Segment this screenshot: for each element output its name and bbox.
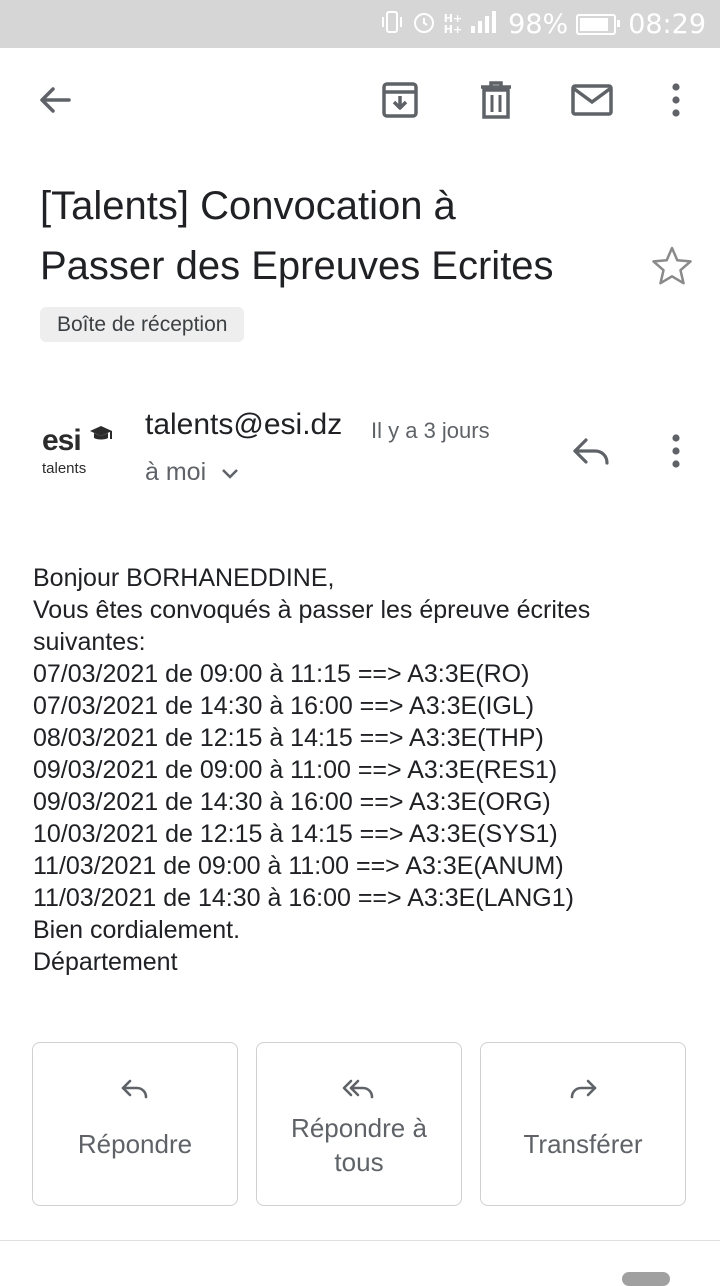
app-toolbar [0, 48, 720, 158]
mark-unread-button[interactable] [570, 80, 614, 124]
reply-action-button[interactable]: Répondre [32, 1042, 238, 1206]
body-line: 08/03/2021 de 12:15 à 14:15 ==> A3:3E(TH… [33, 724, 544, 752]
reply-icon [33, 1075, 237, 1105]
body-line: Département [33, 948, 178, 976]
body-line: 09/03/2021 de 14:30 à 16:00 ==> A3:3E(OR… [33, 788, 551, 816]
reply-all-action-button[interactable]: Répondre à tous [256, 1042, 462, 1206]
reply-button[interactable] [570, 430, 614, 474]
subject-line: Passer des Epreuves Ecrites [40, 244, 554, 288]
sender-avatar[interactable]: esi talents [40, 420, 120, 490]
logo-subtext: talents [42, 460, 87, 477]
mail-icon [571, 83, 613, 122]
chevron-down-icon [220, 458, 240, 487]
body-line: Vous êtes convoqués à passer les épreuve… [33, 596, 591, 624]
sender-address[interactable]: talents@esi.dz [145, 408, 342, 442]
body-line: 07/03/2021 de 09:00 à 11:15 ==> A3:3E(RO… [33, 660, 530, 688]
graduation-cap-icon [88, 422, 114, 451]
body-line: Bien cordialement. [33, 916, 241, 944]
star-icon [650, 246, 694, 292]
logo-text: esi [42, 424, 82, 457]
body-line: 07/03/2021 de 14:30 à 16:00 ==> A3:3E(IG… [33, 692, 535, 720]
forward-label: Transférer [523, 1129, 643, 1159]
reply-all-label-line: tous [334, 1147, 384, 1177]
delete-icon [478, 80, 514, 124]
reply-label: Répondre [77, 1129, 193, 1159]
subject-line: [Talents] Convocation à [40, 184, 456, 228]
inbox-label-chip[interactable]: Boîte de réception [40, 307, 245, 342]
archive-button[interactable] [378, 80, 422, 124]
reply-all-icon [257, 1075, 461, 1105]
body-line: 11/03/2021 de 09:00 à 11:00 ==> A3:3E(AN… [33, 852, 564, 880]
back-button[interactable] [33, 80, 77, 124]
battery-icon [576, 13, 621, 35]
battery-percent: 98% [508, 8, 569, 40]
more-options-button[interactable] [654, 80, 698, 124]
recipient-toggle[interactable]: à moi [145, 458, 240, 487]
recipient-label: à moi [145, 458, 207, 486]
body-line: 09/03/2021 de 09:00 à 11:00 ==> A3:3E(RE… [33, 756, 558, 784]
status-time: 08:29 [628, 8, 706, 40]
divider [0, 1240, 720, 1241]
email-body: Bonjour BORHANEDDINE, Vous êtes convoqué… [33, 562, 703, 978]
body-line: 10/03/2021 de 12:15 à 14:15 ==> A3:3E(SY… [33, 820, 558, 848]
more-vert-icon [670, 82, 682, 123]
reply-all-label: Répondre à tous [267, 1111, 451, 1179]
email-time: Il y a 3 jours [371, 418, 490, 443]
reply-all-label-line: Répondre à [291, 1113, 427, 1143]
archive-icon [381, 81, 419, 124]
delete-button[interactable] [474, 80, 518, 124]
message-more-button[interactable] [654, 430, 698, 474]
network-type-icon: H+ H+ [443, 12, 463, 36]
signal-icon [470, 9, 500, 40]
body-line: Bonjour BORHANEDDINE, [33, 564, 335, 592]
email-subject: [Talents] Convocation à Passer des Epreu… [40, 176, 630, 296]
status-bar: H+ H+ 98% 08:29 [0, 0, 720, 48]
scroll-indicator [622, 1272, 670, 1286]
forward-icon [481, 1075, 685, 1105]
reply-actions: Répondre Répondre à tous Transférer [32, 1042, 688, 1208]
alarm-icon [412, 9, 436, 40]
reply-icon [570, 438, 614, 478]
body-line: 11/03/2021 de 14:30 à 16:00 ==> A3:3E(LA… [33, 884, 574, 912]
vibrate-icon [380, 9, 404, 40]
body-line: suivantes: [33, 628, 146, 656]
back-arrow-icon [37, 82, 73, 123]
star-button[interactable] [650, 244, 694, 288]
forward-action-button[interactable]: Transférer [480, 1042, 686, 1206]
more-vert-icon [654, 434, 698, 478]
